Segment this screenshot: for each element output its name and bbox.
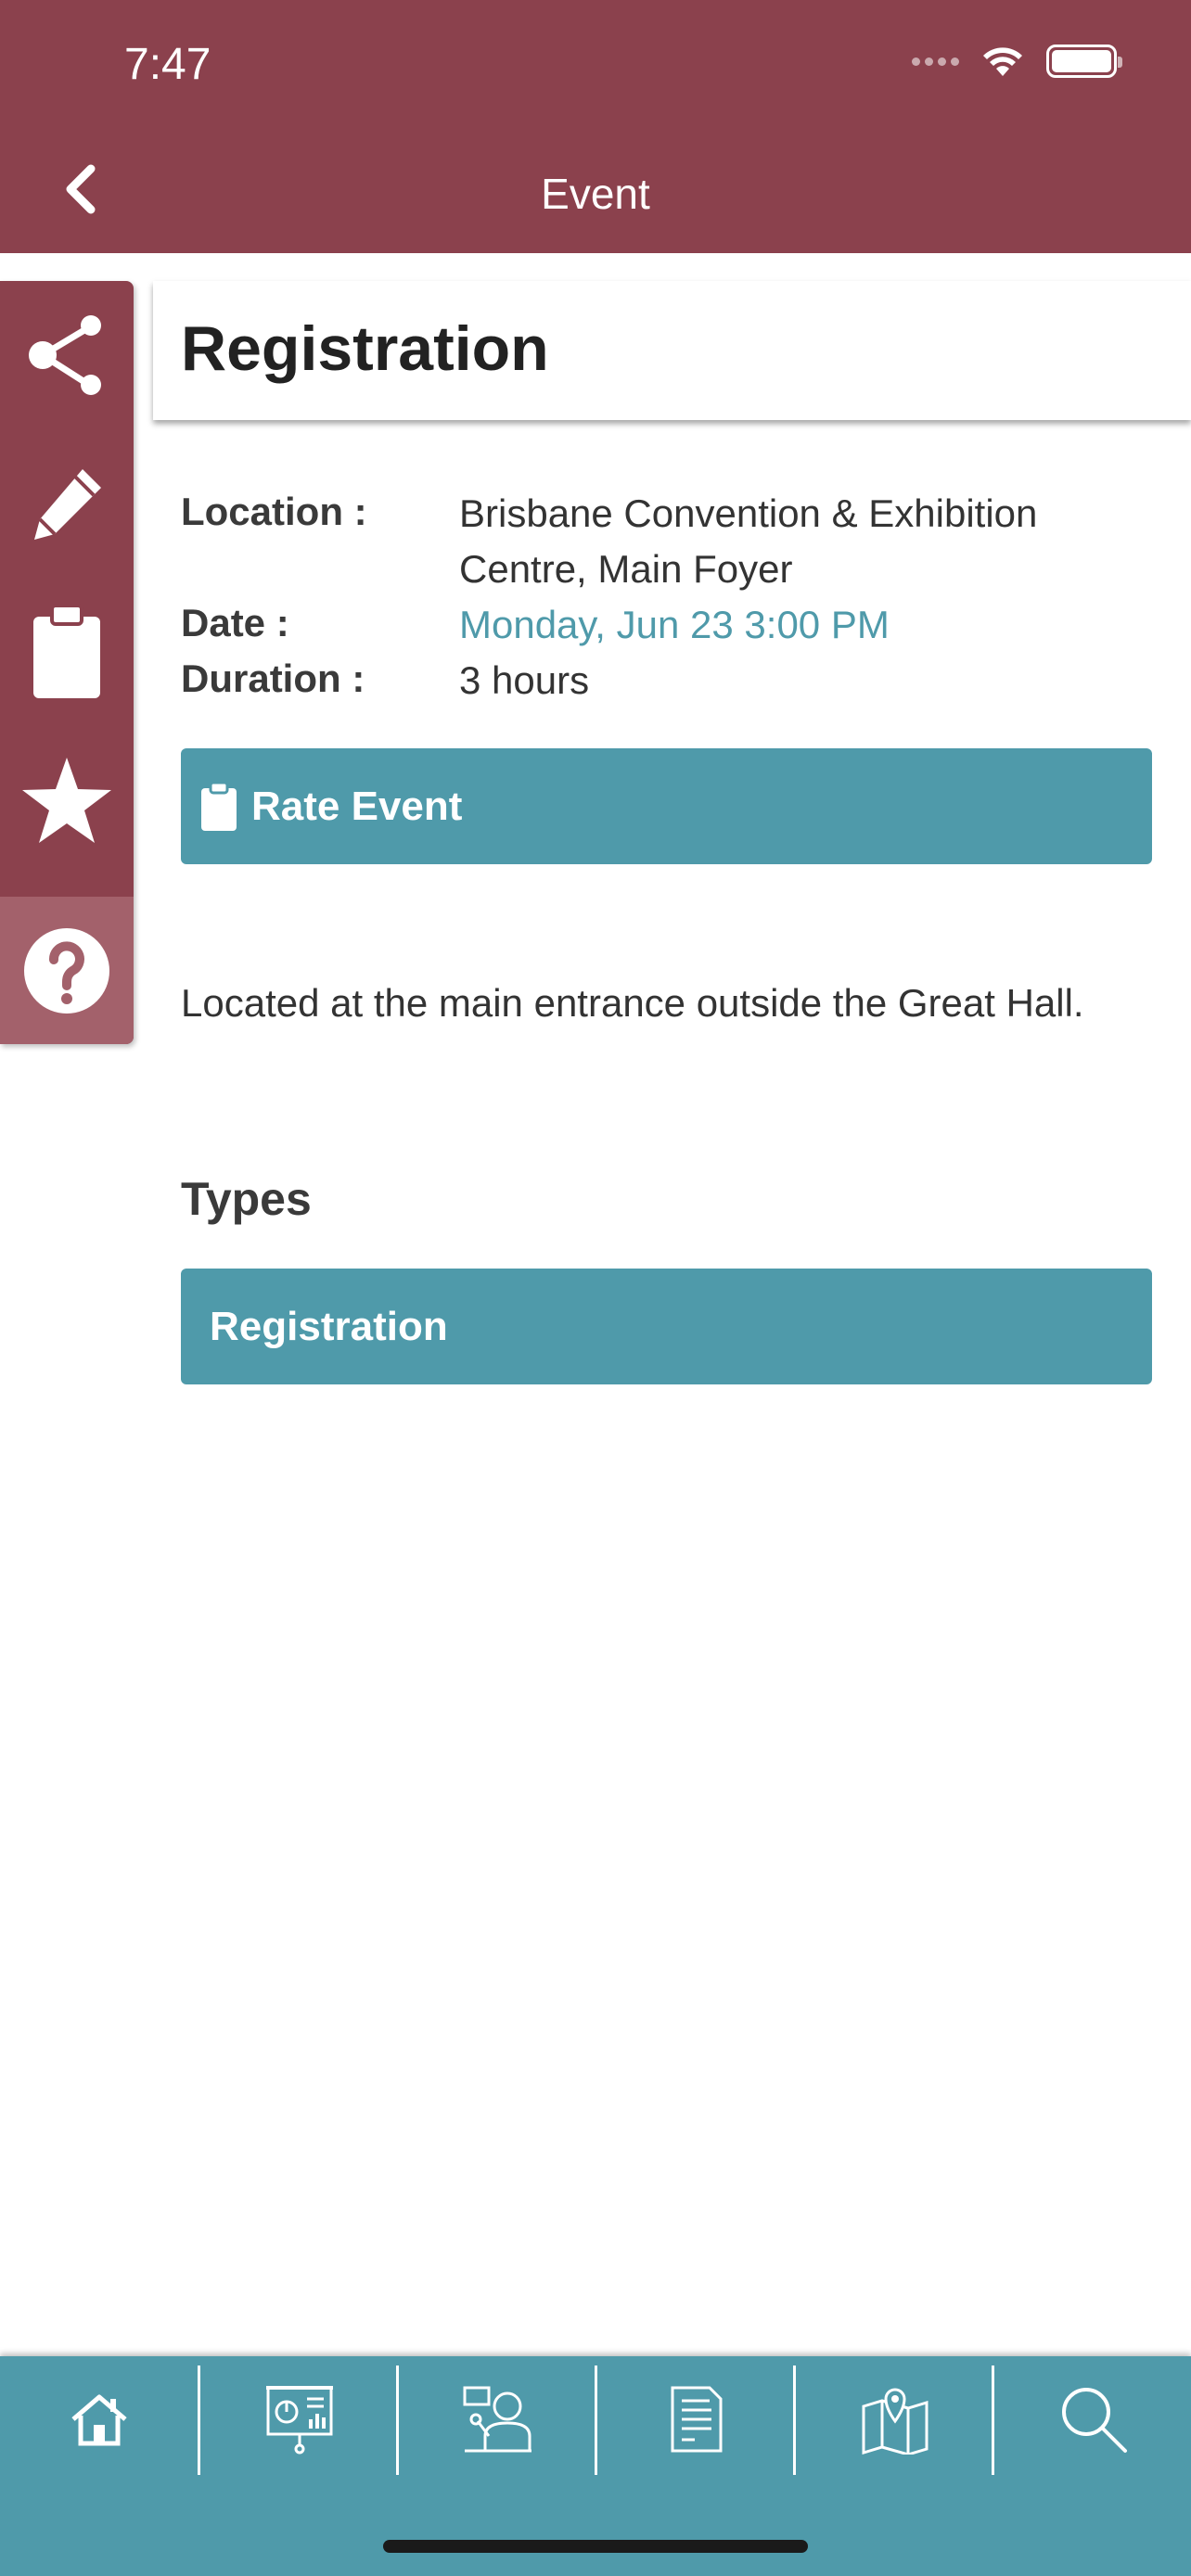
tab-speakers[interactable] [399,2356,596,2481]
share-icon [29,315,101,395]
duration-label: Duration : [181,657,365,700]
header-title: Event [541,170,650,218]
tab-map[interactable] [796,2356,993,2481]
clipboard-icon [33,604,100,698]
tab-home[interactable] [0,2356,198,2481]
event-title-card: Registration [153,281,1191,420]
document-icon [671,2386,722,2452]
action-sidebar [0,281,134,1044]
help-icon [24,927,109,1014]
pencil-icon [34,469,101,540]
location-label: Location : [181,490,367,533]
survey-button[interactable] [0,578,134,726]
rate-event-button[interactable]: Rate Event [181,748,1152,864]
location-value-line2: Centre, Main Foyer [459,547,793,591]
location-value-line1: Brisbane Convention & Exhibition [459,491,1038,535]
rate-event-label: Rate Event [251,783,463,829]
status-time: 7:47 [124,40,211,89]
types-heading: Types [181,1173,312,1225]
star-icon [22,758,111,843]
battery-icon [1046,45,1122,78]
tab-sessions[interactable] [200,2356,398,2481]
date-value[interactable]: Monday, Jun 23 3:00 PM [459,597,890,653]
type-tag-label: Registration [210,1303,448,1349]
share-button[interactable] [0,281,134,429]
favorite-button[interactable] [0,726,134,874]
edit-button[interactable] [0,429,134,578]
type-tag-registration[interactable]: Registration [181,1269,1152,1384]
presentation-icon [265,2385,333,2454]
tab-search[interactable] [994,2356,1191,2481]
search-icon [1061,2387,1127,2453]
speaker-icon [463,2386,531,2452]
clipboard-icon [201,781,237,831]
help-button[interactable] [0,897,134,1044]
event-description: Located at the main entrance outside the… [181,981,1084,1025]
status-icons [912,45,1122,78]
home-icon [70,2394,127,2445]
home-indicator [383,2540,808,2553]
tab-documents[interactable] [597,2356,795,2481]
date-label: Date : [181,601,289,644]
app-header: 7:47 Event [0,0,1191,253]
map-icon [862,2388,928,2455]
wifi-icon [983,47,1022,76]
event-title: Registration [181,313,549,384]
duration-value: 3 hours [459,658,590,702]
cellular-signal-icon [912,57,959,66]
